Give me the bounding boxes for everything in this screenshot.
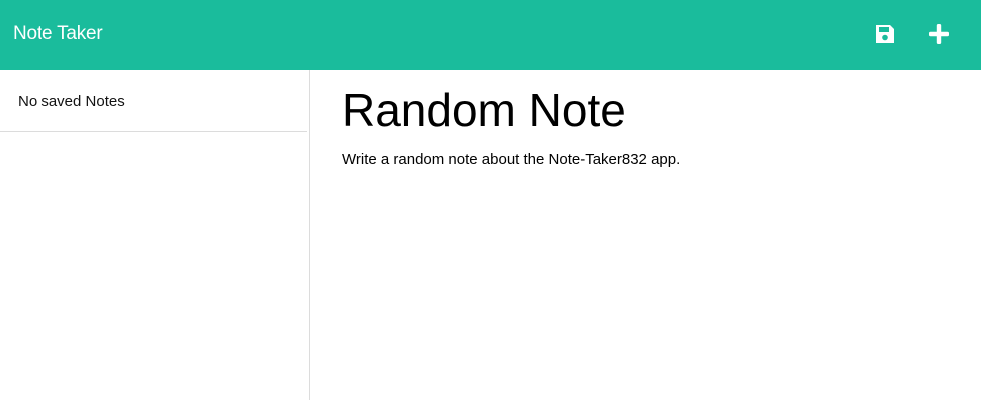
note-editor: Random Note Write a random note about th…: [310, 70, 981, 400]
note-text[interactable]: Write a random note about the Note-Taker…: [342, 150, 680, 170]
note-title[interactable]: Random Note: [342, 83, 626, 137]
save-icon: [876, 25, 894, 43]
notes-sidebar: No saved Notes: [0, 70, 310, 400]
new-note-button[interactable]: [925, 20, 953, 48]
navbar: Note Taker: [0, 0, 981, 70]
plus-icon: [929, 24, 949, 44]
save-note-button[interactable]: [871, 20, 899, 48]
app-title[interactable]: Note Taker: [13, 22, 103, 46]
no-notes-message: No saved Notes: [18, 93, 125, 110]
list-item: No saved Notes: [0, 70, 307, 132]
